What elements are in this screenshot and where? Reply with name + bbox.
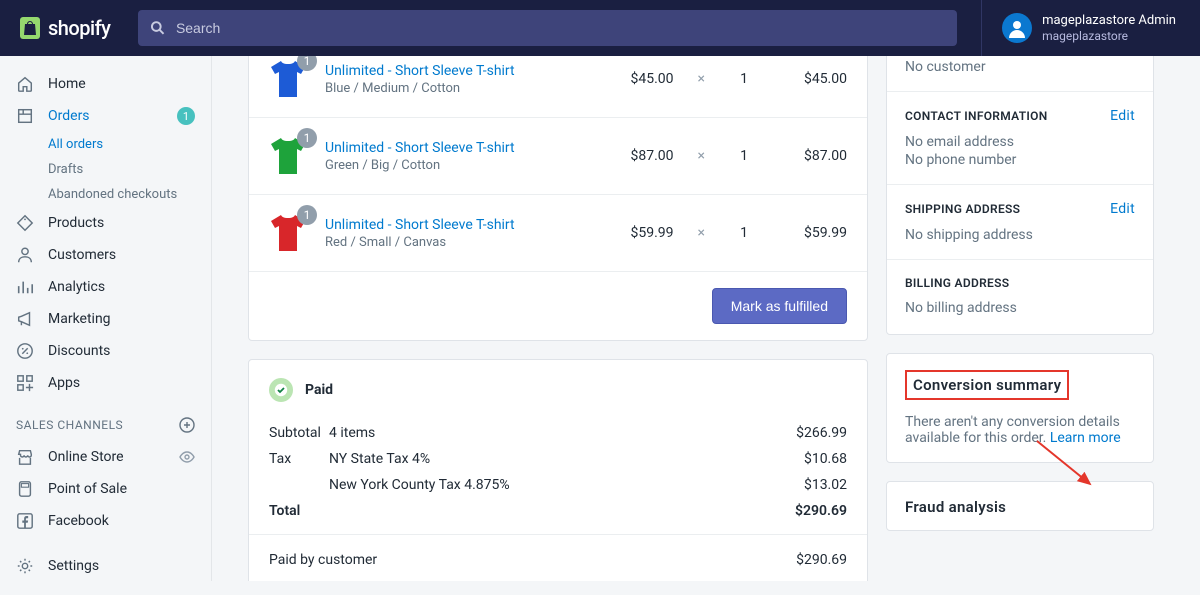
product-thumb: 1 [269, 213, 307, 253]
subtotal-row: Subtotal 4 items $266.99 [269, 420, 847, 446]
customer-card: No customer Contact InformationEdit No e… [886, 56, 1154, 335]
tax-row: TaxNY State Tax 4%$10.68 [269, 446, 847, 472]
conversion-summary-title: Conversion summary [905, 370, 1069, 400]
product-variant: Red / Small / Canvas [325, 235, 556, 250]
product-thumb: 1 [269, 59, 307, 99]
chart-icon [16, 278, 34, 296]
line-total: $59.99 [777, 225, 847, 241]
nav-settings[interactable]: Settings [0, 537, 211, 595]
nav-marketing[interactable]: Marketing [0, 303, 211, 335]
shopify-bag-icon [20, 17, 40, 39]
edit-shipping-link[interactable]: Edit [1110, 201, 1135, 217]
shipping-title: Shipping AddressEdit [905, 201, 1135, 217]
nav-products[interactable]: Products [0, 207, 211, 239]
qty-badge: 1 [297, 56, 317, 71]
fraud-analysis-card: Fraud analysis [886, 481, 1154, 531]
contact-info-title: Contact InformationEdit [905, 108, 1135, 124]
orders-badge: 1 [177, 107, 195, 125]
total-row: Total $290.69 [269, 498, 847, 524]
store-icon [16, 448, 34, 466]
channel-online-store[interactable]: Online Store [0, 441, 211, 473]
gear-icon [16, 557, 34, 575]
line-total: $45.00 [777, 71, 847, 87]
product-variant: Blue / Medium / Cotton [325, 81, 556, 96]
person-icon [16, 246, 34, 264]
line-total: $87.00 [777, 148, 847, 164]
no-customer-text: No customer [905, 59, 1135, 75]
qty-badge: 1 [297, 128, 317, 148]
nav-discounts[interactable]: Discounts [0, 335, 211, 367]
nav-apps[interactable]: Apps [0, 367, 211, 399]
megaphone-icon [16, 310, 34, 328]
product-variant: Green / Big / Cotton [325, 158, 556, 173]
qty: 1 [729, 225, 759, 241]
unit-price: $87.00 [574, 148, 674, 164]
channel-pos[interactable]: Point of Sale [0, 473, 211, 505]
home-icon [16, 75, 34, 93]
paid-check-icon [269, 378, 293, 402]
line-item: 1 Unlimited - Short Sleeve T-shirt Red / S… [249, 195, 867, 272]
times-symbol: × [692, 71, 711, 87]
product-title-link[interactable]: Unlimited - Short Sleeve T-shirt [325, 63, 556, 79]
conversion-body: There aren't any conversion details avai… [905, 414, 1135, 446]
edit-contact-link[interactable]: Edit [1110, 108, 1135, 124]
add-channel-icon[interactable] [179, 417, 195, 433]
shopify-logo[interactable]: shopify [0, 16, 130, 40]
nav-orders[interactable]: Orders 1 [0, 100, 211, 132]
sidebar: Home Orders 1 All orders Drafts Abandone… [0, 56, 212, 581]
line-item: 1 Unlimited - Short Sleeve T-shirt Blue / … [249, 56, 867, 118]
search-box[interactable] [138, 10, 957, 46]
user-name: mageplazastore Admin [1042, 13, 1176, 29]
nav-home[interactable]: Home [0, 68, 211, 100]
pos-icon [16, 480, 34, 498]
qty: 1 [729, 148, 759, 164]
facebook-icon [16, 512, 34, 530]
payment-card: Paid Subtotal 4 items $266.99 TaxNY Stat… [248, 359, 868, 581]
paid-by-customer-row: Paid by customer $290.69 [269, 547, 847, 573]
tag-icon [16, 214, 34, 232]
eye-icon[interactable] [179, 449, 195, 465]
times-symbol: × [692, 225, 711, 241]
line-item: 1 Unlimited - Short Sleeve T-shirt Green /… [249, 118, 867, 195]
learn-more-link[interactable]: Learn more [1050, 430, 1121, 446]
product-thumb: 1 [269, 136, 307, 176]
nav-customers[interactable]: Customers [0, 239, 211, 271]
unit-price: $59.99 [574, 225, 674, 241]
search-icon [150, 20, 165, 36]
orders-icon [16, 107, 34, 125]
mark-as-fulfilled-button[interactable]: Mark as fulfilled [712, 288, 847, 324]
times-symbol: × [692, 148, 711, 164]
avatar [1002, 13, 1032, 43]
conversion-summary-card: Conversion summary There aren't any conv… [886, 353, 1154, 463]
billing-title: Billing Address [905, 276, 1135, 290]
nav-analytics[interactable]: Analytics [0, 271, 211, 303]
discount-icon [16, 342, 34, 360]
paid-title: Paid [305, 382, 333, 398]
user-store: mageplazastore [1042, 29, 1176, 43]
search-input[interactable] [176, 20, 945, 36]
logo-text: shopify [48, 16, 110, 40]
apps-icon [16, 374, 34, 392]
channel-facebook[interactable]: Facebook [0, 505, 211, 537]
tax-row: New York County Tax 4.875%$13.02 [269, 472, 847, 498]
nav-abandoned[interactable]: Abandoned checkouts [0, 182, 211, 207]
user-menu[interactable]: mageplazastore Admin mageplazastore [981, 0, 1200, 56]
product-title-link[interactable]: Unlimited - Short Sleeve T-shirt [325, 140, 556, 156]
fraud-analysis-title: Fraud analysis [905, 498, 1135, 516]
main-content: 1 Unlimited - Short Sleeve T-shirt Blue / … [212, 56, 1200, 581]
sales-channels-header: SALES CHANNELS [0, 399, 211, 441]
product-title-link[interactable]: Unlimited - Short Sleeve T-shirt [325, 217, 556, 233]
nav-all-orders[interactable]: All orders [0, 132, 211, 157]
line-items-card: 1 Unlimited - Short Sleeve T-shirt Blue / … [248, 56, 868, 341]
nav-drafts[interactable]: Drafts [0, 157, 211, 182]
unit-price: $45.00 [574, 71, 674, 87]
qty-badge: 1 [297, 205, 317, 225]
topbar: shopify mageplazastore Admin mageplazast… [0, 0, 1200, 56]
qty: 1 [729, 71, 759, 87]
